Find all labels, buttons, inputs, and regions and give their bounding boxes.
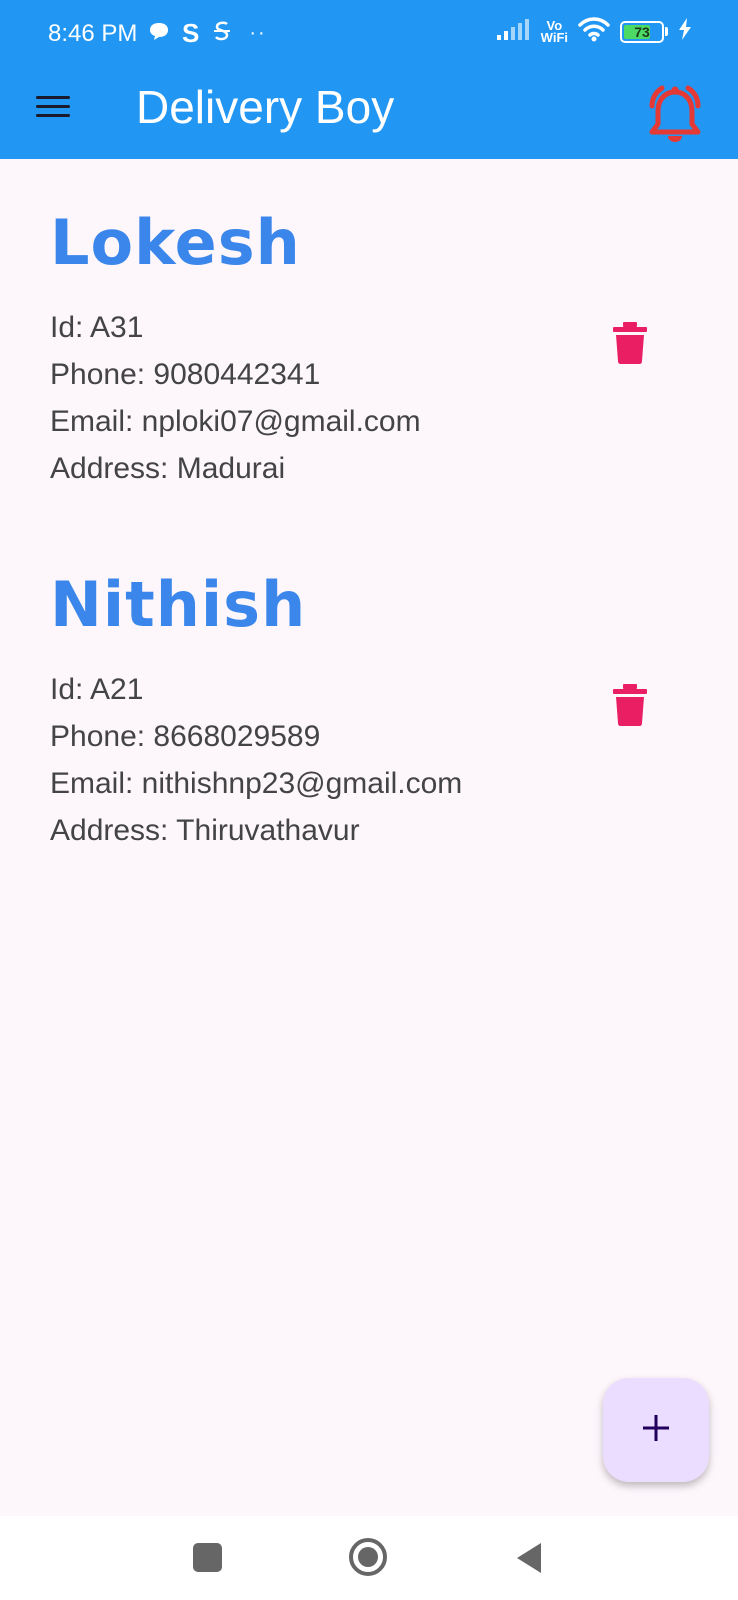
delivery-boy-details: Id: A21 Phone: 8668029589 Email: nithish… [50,666,670,854]
more-dots-icon: ·· [249,22,267,44]
system-nav-bar [0,1516,738,1600]
vowifi-bottom: WiFi [540,29,568,45]
delete-icon[interactable] [612,684,648,726]
status-time: 8:46 PM [48,20,138,47]
app-bar: 8:46 PM S ·· Vo WiFi 73 Delivery Boy [0,0,738,159]
delivery-boy-card: Nithish Id: A21 Phone: 8668029589 Email:… [50,574,670,854]
hamburger-menu-icon[interactable] [30,86,76,126]
delivery-boy-card: Lokesh Id: A31 Phone: 9080442341 Email: … [50,212,670,492]
vowifi-icon: Vo WiFi [540,19,568,45]
bell-alert-icon[interactable] [642,84,708,148]
signal-icon [496,18,531,45]
menu-line [36,95,70,99]
delivery-boy-name: Lokesh [50,206,301,279]
wifi-icon [578,16,610,47]
back-triangle-icon[interactable] [515,1542,543,1579]
s-outline-icon [211,19,233,48]
home-dot [358,1547,378,1567]
chat-bubble-icon [148,21,170,46]
delivery-boy-email: Email: nploki07@gmail.com [50,405,421,438]
delivery-boy-name: Nithish [50,568,307,641]
status-bar: 8:46 PM S ·· Vo WiFi 73 [0,0,738,68]
status-notification-icons: S ·· [148,18,267,49]
delivery-boy-address: Address: Madurai [50,452,286,485]
battery-icon: 73 [620,20,668,43]
delivery-boy-phone: Phone: 9080442341 [50,358,321,391]
status-system-icons: Vo WiFi 73 [496,16,692,47]
s-app-icon: S [182,18,200,48]
plus-icon [641,1413,671,1448]
menu-line [36,113,70,117]
recents-square-icon[interactable] [193,1543,222,1572]
delivery-boy-email: Email: nithishnp23@gmail.com [50,767,463,800]
delivery-boy-details: Id: A31 Phone: 9080442341 Email: nploki0… [50,304,670,492]
delivery-boy-id: Id: A31 [50,311,144,344]
home-circle-icon[interactable] [349,1538,387,1576]
delete-icon[interactable] [612,322,648,364]
page-title: Delivery Boy [136,81,395,133]
battery-body: 73 [620,20,664,43]
charging-bolt-icon [678,18,692,45]
add-delivery-boy-button[interactable] [603,1378,709,1482]
delivery-boy-id: Id: A21 [50,673,144,706]
battery-percent: 73 [634,23,650,40]
delivery-boy-address: Address: Thiruvathavur [50,814,360,847]
menu-line [36,104,70,108]
battery-tip [665,27,668,36]
delivery-boy-phone: Phone: 8668029589 [50,720,321,753]
